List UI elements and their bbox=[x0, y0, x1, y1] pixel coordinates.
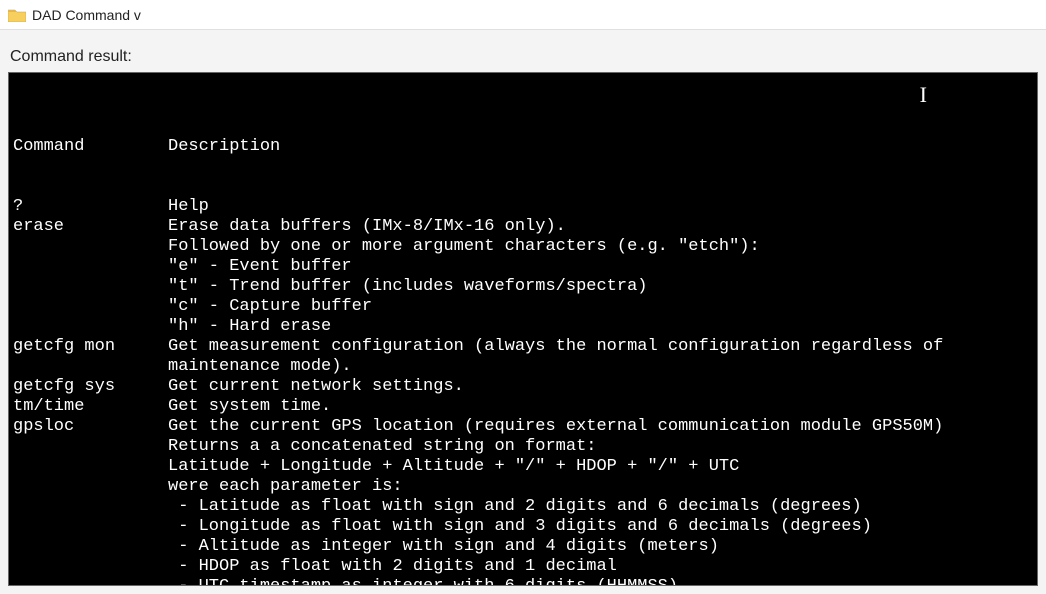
command-description: "e" - Event buffer bbox=[168, 257, 1033, 277]
command-name bbox=[13, 557, 168, 577]
command-name bbox=[13, 297, 168, 317]
command-description: Returns a a concatenated string on forma… bbox=[168, 437, 1033, 457]
column-header-command: Command bbox=[13, 137, 168, 157]
command-name bbox=[13, 517, 168, 537]
console-line: - HDOP as float with 2 digits and 1 deci… bbox=[13, 557, 1033, 577]
console-line: - UTC timestamp as integer with 6 digits… bbox=[13, 577, 1033, 586]
command-description: were each parameter is: bbox=[168, 477, 1033, 497]
console-line: - Latitude as float with sign and 2 digi… bbox=[13, 497, 1033, 517]
command-name: gpsloc bbox=[13, 417, 168, 437]
console-line: getcfg monGet measurement configuration … bbox=[13, 337, 1033, 357]
console-line: - Longitude as float with sign and 3 dig… bbox=[13, 517, 1033, 537]
console-output[interactable]: I CommandDescription ?HelperaseErase dat… bbox=[8, 72, 1038, 586]
console-line: were each parameter is: bbox=[13, 477, 1033, 497]
command-description: "h" - Hard erase bbox=[168, 317, 1033, 337]
command-description: Get system time. bbox=[168, 397, 1033, 417]
command-name bbox=[13, 437, 168, 457]
command-description: - Altitude as integer with sign and 4 di… bbox=[168, 537, 1033, 557]
console-line: - Altitude as integer with sign and 4 di… bbox=[13, 537, 1033, 557]
console-line: gpslocGet the current GPS location (requ… bbox=[13, 417, 1033, 437]
command-description: "t" - Trend buffer (includes waveforms/s… bbox=[168, 277, 1033, 297]
command-name bbox=[13, 357, 168, 377]
console-line: "c" - Capture buffer bbox=[13, 297, 1033, 317]
console-line: "e" - Event buffer bbox=[13, 257, 1033, 277]
console-line: ?Help bbox=[13, 197, 1033, 217]
command-name bbox=[13, 237, 168, 257]
console-line: Latitude + Longitude + Altitude + "/" + … bbox=[13, 457, 1033, 477]
command-name: getcfg sys bbox=[13, 377, 168, 397]
command-name bbox=[13, 577, 168, 586]
column-header-description: Description bbox=[168, 137, 1033, 157]
command-name: erase bbox=[13, 217, 168, 237]
console-line: Followed by one or more argument charact… bbox=[13, 237, 1033, 257]
command-name bbox=[13, 317, 168, 337]
command-description: Get current network settings. bbox=[168, 377, 1033, 397]
console-line: "h" - Hard erase bbox=[13, 317, 1033, 337]
command-description: Get the current GPS location (requires e… bbox=[168, 417, 1033, 437]
command-description: Get measurement configuration (always th… bbox=[168, 337, 1033, 357]
command-description: Followed by one or more argument charact… bbox=[168, 237, 1033, 257]
console-line: "t" - Trend buffer (includes waveforms/s… bbox=[13, 277, 1033, 297]
window-titlebar: DAD Command v bbox=[0, 0, 1046, 30]
console-line: getcfg sysGet current network settings. bbox=[13, 377, 1033, 397]
command-description: - UTC timestamp as integer with 6 digits… bbox=[168, 577, 1033, 586]
console-line: tm/timeGet system time. bbox=[13, 397, 1033, 417]
window-title: DAD Command v bbox=[32, 7, 141, 23]
command-name bbox=[13, 257, 168, 277]
command-name: getcfg mon bbox=[13, 337, 168, 357]
command-name bbox=[13, 497, 168, 517]
command-description: Help bbox=[168, 197, 1033, 217]
text-cursor-icon: I bbox=[920, 85, 927, 105]
console-line: maintenance mode). bbox=[13, 357, 1033, 377]
command-description: - Longitude as float with sign and 3 dig… bbox=[168, 517, 1033, 537]
command-description: Latitude + Longitude + Altitude + "/" + … bbox=[168, 457, 1033, 477]
command-name bbox=[13, 457, 168, 477]
command-description: - HDOP as float with 2 digits and 1 deci… bbox=[168, 557, 1033, 577]
command-description: Erase data buffers (IMx-8/IMx-16 only). bbox=[168, 217, 1033, 237]
command-name: ? bbox=[13, 197, 168, 217]
command-description: - Latitude as float with sign and 2 digi… bbox=[168, 497, 1033, 517]
command-description: "c" - Capture buffer bbox=[168, 297, 1033, 317]
panel-label: Command result: bbox=[0, 30, 1046, 72]
console-line: eraseErase data buffers (IMx-8/IMx-16 on… bbox=[13, 217, 1033, 237]
command-name: tm/time bbox=[13, 397, 168, 417]
folder-icon bbox=[8, 8, 26, 22]
command-name bbox=[13, 277, 168, 297]
command-description: maintenance mode). bbox=[168, 357, 1033, 377]
command-name bbox=[13, 477, 168, 497]
command-name bbox=[13, 537, 168, 557]
console-line: Returns a a concatenated string on forma… bbox=[13, 437, 1033, 457]
